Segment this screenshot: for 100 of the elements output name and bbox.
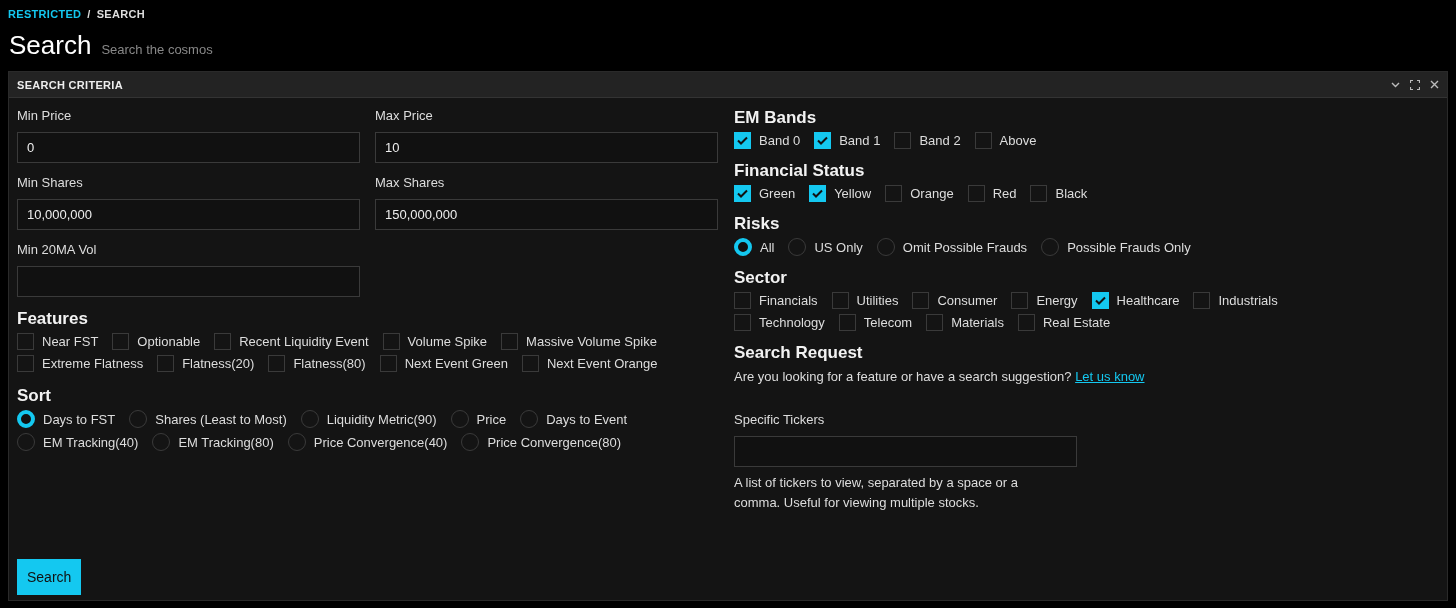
checkbox-option[interactable]: Near FST	[17, 333, 99, 350]
checkbox[interactable]	[17, 355, 34, 372]
section-title: Search Request	[734, 343, 864, 363]
radio-option[interactable]: EM Tracking(80)	[152, 433, 274, 451]
checkbox-option[interactable]: Telecom	[838, 314, 913, 331]
checkbox-option[interactable]: Energy	[1011, 292, 1078, 309]
checkbox-option[interactable]: Band 2	[894, 132, 961, 149]
search-button[interactable]: Search	[17, 559, 82, 595]
checkbox-option[interactable]: Financials	[734, 292, 818, 309]
checkbox-option[interactable]: Above	[974, 132, 1037, 149]
checkbox[interactable]	[809, 185, 827, 202]
checkbox[interactable]	[1193, 292, 1211, 309]
checkbox[interactable]	[974, 132, 992, 149]
radio-option[interactable]: All	[734, 238, 775, 256]
checkbox[interactable]	[522, 355, 539, 372]
radio-option[interactable]: Possible Frauds Only	[1041, 238, 1191, 256]
checkbox-option[interactable]: Extreme Flatness	[17, 355, 144, 372]
radio-option[interactable]: Days to FST	[17, 410, 116, 428]
checkbox[interactable]	[157, 355, 175, 372]
checkbox-option[interactable]: Band 1	[814, 132, 881, 149]
input-field[interactable]: 10	[375, 132, 718, 163]
radio-option[interactable]: Price	[450, 410, 507, 428]
checkbox-option[interactable]: Industrials	[1193, 292, 1278, 309]
checkbox[interactable]	[831, 292, 849, 309]
checkbox[interactable]	[885, 185, 903, 202]
checkbox[interactable]	[501, 333, 519, 350]
checkbox-option[interactable]: Materials	[926, 314, 1004, 331]
radio-option[interactable]: Days to Event	[520, 410, 628, 428]
close-button[interactable]	[1430, 80, 1439, 89]
checkbox-option[interactable]: Recent Liquidity Event	[214, 333, 369, 350]
checkbox-option[interactable]: Next Event Green	[379, 355, 508, 372]
search-request-text: Are you looking for a feature or have a search suggestion? Let us know	[734, 369, 1146, 384]
checkmark-icon	[812, 189, 824, 198]
checkbox[interactable]	[967, 185, 985, 202]
checkbox-option[interactable]: Massive Volume Spike	[501, 333, 657, 350]
checkmark-icon	[737, 136, 748, 145]
help-text: A list of tickers to view, separated by a space or a comma. Useful for viewing multiple stocks.	[734, 474, 1019, 512]
checkbox[interactable]	[268, 355, 286, 372]
checkbox-option[interactable]: Flatness(80)	[268, 355, 366, 372]
radio-option[interactable]: Price Convergence(40)	[287, 433, 448, 451]
breadcrumb-link[interactable]: RESTRICTED	[8, 8, 82, 20]
input-field[interactable]	[17, 266, 360, 297]
field-label: Max Shares	[375, 175, 446, 190]
radio-button[interactable]	[17, 410, 35, 428]
checkbox[interactable]	[379, 355, 397, 372]
checkbox[interactable]	[214, 333, 232, 350]
checkbox-option[interactable]: Healthcare	[1091, 292, 1180, 309]
checkbox-option[interactable]: Black	[1030, 185, 1088, 202]
checkbox[interactable]	[926, 314, 944, 331]
input-field[interactable]: 0	[17, 132, 360, 163]
checkmark-icon	[817, 136, 829, 145]
checkbox[interactable]	[112, 333, 130, 350]
radio-button[interactable]	[734, 238, 752, 256]
checkbox-option[interactable]: Next Event Orange	[522, 355, 658, 372]
radio-option[interactable]: Price Convergence(80)	[461, 433, 622, 451]
checkbox-option[interactable]: Band 0	[734, 132, 801, 149]
section-title: Risks	[734, 214, 781, 234]
radio-option[interactable]: Liquidity Metric(90)	[300, 410, 437, 428]
checkbox[interactable]	[382, 333, 400, 350]
input-field[interactable]: 150,000,000	[375, 199, 718, 230]
checkbox-option[interactable]: Orange	[885, 185, 954, 202]
checkbox[interactable]	[1011, 292, 1029, 309]
radio-option[interactable]: US Only	[788, 238, 863, 256]
page-subtitle: Search the cosmos	[101, 42, 213, 57]
checkbox-option[interactable]: Real Estate	[1017, 314, 1111, 331]
radio-option[interactable]: EM Tracking(40)	[17, 433, 139, 451]
checkbox[interactable]	[734, 314, 751, 331]
checkbox[interactable]	[734, 185, 751, 202]
checkbox[interactable]	[17, 333, 34, 350]
checkbox-option[interactable]: Red	[967, 185, 1017, 202]
checkbox-option[interactable]: Green	[734, 185, 796, 202]
let-us-know-link[interactable]: Let us know	[1075, 369, 1145, 384]
checkbox[interactable]	[838, 314, 856, 331]
checkbox[interactable]	[1017, 314, 1035, 331]
radio-option[interactable]: Shares (Least to Most)	[129, 410, 287, 428]
field-label: Specific Tickers	[734, 412, 826, 427]
checkbox[interactable]	[894, 132, 912, 149]
checkbox[interactable]	[814, 132, 832, 149]
collapse-button[interactable]	[1391, 81, 1400, 88]
checkbox-option[interactable]: Volume Spike	[382, 333, 488, 350]
checkbox-option[interactable]: Utilities	[831, 292, 899, 309]
input-field[interactable]: 10,000,000	[17, 199, 360, 230]
section-title: Features	[17, 309, 89, 329]
checkbox-option[interactable]: Flatness(20)	[157, 355, 255, 372]
section-title: Sort	[17, 386, 52, 406]
checkbox[interactable]	[1030, 185, 1048, 202]
checkbox-option[interactable]: Technology	[734, 314, 825, 331]
checkbox-option[interactable]: Yellow	[809, 185, 872, 202]
chevron-down-icon	[1391, 81, 1400, 88]
checkbox-option[interactable]: Consumer	[912, 292, 998, 309]
checkbox[interactable]	[734, 132, 751, 149]
input-field[interactable]	[734, 436, 1077, 467]
checkmark-icon	[737, 189, 748, 198]
checkbox[interactable]	[912, 292, 930, 309]
checkbox-option[interactable]: Optionable	[112, 333, 201, 350]
checkbox[interactable]	[1091, 292, 1109, 309]
checkbox[interactable]	[734, 292, 751, 309]
maximize-button[interactable]	[1410, 79, 1420, 90]
field-label: Min Price	[17, 108, 73, 123]
radio-option[interactable]: Omit Possible Frauds	[876, 238, 1028, 256]
